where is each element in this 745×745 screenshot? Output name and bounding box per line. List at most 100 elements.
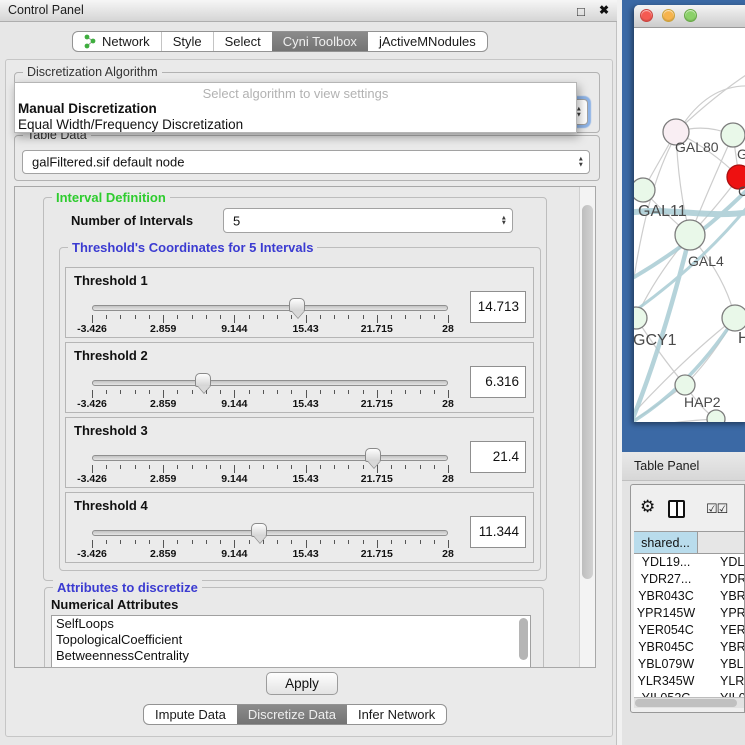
node-label-partial-g: G	[737, 146, 745, 162]
tab-style[interactable]: Style	[161, 32, 213, 51]
node-h[interactable]	[722, 305, 745, 331]
tab-network[interactable]: Network	[73, 32, 161, 51]
network-window-titlebar	[634, 5, 745, 28]
threshold-3-value-field[interactable]: 21.4	[470, 441, 526, 473]
gear-icon[interactable]: ⚙	[640, 498, 655, 515]
threshold-4-panel: Threshold 4 -3.4262.8599.14415.4321.7152…	[65, 492, 534, 563]
close-icon[interactable]: ✖	[599, 3, 609, 17]
slider-ticks	[92, 540, 448, 548]
tab-infer-network[interactable]: Infer Network	[347, 705, 446, 724]
list-item-selfloops[interactable]: SelfLoops	[52, 616, 530, 632]
node-label-partial-h: H	[738, 330, 745, 347]
list-item-betweennesscentrality[interactable]: BetweennessCentrality	[52, 648, 530, 664]
table-body: YDL19...YDL1 YDR27...YDR2 YBR043CYBR0 YP…	[634, 554, 745, 707]
node-label-gal4: GAL4	[688, 253, 724, 269]
control-panel-titlebar: Control Panel □ ✖	[0, 0, 617, 22]
node-bottom[interactable]	[707, 410, 725, 422]
combo-stepper-icon: ▲▼	[578, 157, 584, 168]
number-of-intervals-label: Number of Intervals	[71, 213, 193, 228]
node-label-gcy1: GCY1	[634, 332, 677, 349]
slider-tick-labels: -3.4262.8599.14415.4321.71528	[92, 473, 448, 485]
node-label-partial-c: C	[738, 183, 745, 199]
table-horizontal-scrollbar[interactable]	[634, 697, 744, 708]
table-row[interactable]: YBR043CYBR0	[634, 588, 745, 605]
list-item-topologicalcoefficient[interactable]: TopologicalCoefficient	[52, 632, 530, 648]
table-data-combobox[interactable]: galFiltered.sif default node ▲▼	[22, 150, 590, 174]
mac-zoom-icon[interactable]	[684, 9, 697, 22]
node-label-gal11: GAL11	[638, 203, 687, 220]
network-canvas[interactable]: GAL80 G C GAL11 GAL4 GCY1 H HAP2	[634, 28, 745, 422]
network-graph: GAL80 G C GAL11 GAL4 GCY1 H HAP2	[634, 28, 745, 422]
dropdown-option-manual-discretization[interactable]: Manual Discretization	[18, 101, 157, 116]
node-partial-g[interactable]	[721, 123, 745, 147]
table-row[interactable]: YBR045CYBR0	[634, 639, 745, 656]
tab-network-label: Network	[102, 34, 150, 49]
tab-impute-data[interactable]: Impute Data	[144, 705, 237, 724]
node-hap2[interactable]	[675, 375, 695, 395]
algorithm-dropdown-popup: Select algorithm to view settings Manual…	[14, 82, 577, 133]
slider-thumb[interactable]	[251, 523, 267, 537]
column-header-name[interactable]: n	[698, 532, 745, 553]
table-row[interactable]: YBL079WYBL0	[634, 656, 745, 673]
slider-ticks	[92, 465, 448, 473]
bottom-tab-bar: Impute Data Discretize Data Infer Networ…	[143, 704, 447, 725]
threshold-3-label: Threshold 3	[74, 423, 148, 438]
number-of-intervals-value: 5	[233, 213, 240, 228]
table-panel-titlebar: Table Panel	[622, 452, 745, 481]
threshold-4-slider[interactable]	[92, 530, 448, 536]
number-of-intervals-combobox[interactable]: 5 ▲▼	[223, 208, 513, 233]
slider-thumb[interactable]	[289, 298, 305, 312]
tab-jactivemnodules[interactable]: jActiveMNodules	[368, 32, 487, 51]
float-window-icon[interactable]: □	[577, 4, 585, 19]
numerical-attributes-list: SelfLoops TopologicalCoefficient Between…	[51, 615, 531, 668]
threshold-2-value-field[interactable]: 6.316	[470, 366, 526, 398]
mac-minimize-icon[interactable]	[662, 9, 675, 22]
combo-stepper-icon: ▲▼	[501, 215, 507, 226]
threshold-2-slider[interactable]	[92, 380, 448, 386]
slider-thumb[interactable]	[365, 448, 381, 462]
threshold-2-label: Threshold 2	[74, 348, 148, 363]
slider-tick-labels: -3.4262.8599.14415.4321.71528	[92, 398, 448, 410]
tab-cyni-toolbox[interactable]: Cyni Toolbox	[272, 32, 368, 51]
network-view-window: GAL80 G C GAL11 GAL4 GCY1 H HAP2	[634, 5, 745, 422]
slider-ticks	[92, 315, 448, 323]
network-tab-icon	[84, 34, 97, 49]
thresholds-group-title: Threshold's Coordinates for 5 Intervals	[68, 240, 317, 255]
node-gal11[interactable]	[634, 178, 655, 202]
attributes-group-title: Attributes to discretize	[53, 580, 202, 595]
numerical-attributes-label: Numerical Attributes	[51, 597, 178, 612]
node-gal4[interactable]	[675, 220, 705, 250]
mac-close-icon[interactable]	[640, 9, 653, 22]
tab-discretize-data[interactable]: Discretize Data	[237, 705, 347, 724]
scrollbar-thumb[interactable]	[635, 699, 737, 707]
threshold-4-value-field[interactable]: 11.344	[470, 516, 526, 548]
window-title: Control Panel	[8, 3, 84, 17]
slider-thumb[interactable]	[195, 373, 211, 387]
column-layout-icon[interactable]	[668, 500, 685, 518]
node-label-hap2: HAP2	[684, 394, 721, 410]
table-row[interactable]: YDR27...YDR2	[634, 571, 745, 588]
threshold-1-value-field[interactable]: 14.713	[470, 291, 526, 323]
threshold-1-slider[interactable]	[92, 305, 448, 311]
table-row[interactable]: YER054CYER0	[634, 622, 745, 639]
dropdown-option-equal-width[interactable]: Equal Width/Frequency Discretization	[18, 117, 243, 132]
select-columns-checkboxes-icon[interactable]: ☑☑	[706, 501, 727, 517]
threshold-1-label: Threshold 1	[74, 273, 148, 288]
table-row[interactable]: YDL19...YDL1	[634, 554, 745, 571]
attributes-list-scrollbar[interactable]	[518, 618, 529, 668]
node-label-gal80: GAL80	[675, 139, 719, 155]
table-row[interactable]: YPR145WYPR1	[634, 605, 745, 622]
threshold-3-slider[interactable]	[92, 455, 448, 461]
tab-select[interactable]: Select	[213, 32, 272, 51]
table-panel-window: ⚙ ☑☑ shared... n YDL19...YDL1 YDR27...YD…	[630, 484, 745, 713]
settings-scrollpane: Interval Definition Number of Intervals …	[14, 186, 596, 668]
table-row[interactable]: YLR345WYLR3	[634, 673, 745, 690]
settings-vertical-scrollbar[interactable]	[579, 187, 595, 667]
table-data-combobox-value: galFiltered.sif default node	[32, 155, 184, 170]
column-header-shared-name[interactable]: shared...	[634, 532, 698, 553]
node-gcy1[interactable]	[634, 307, 647, 329]
dropdown-placeholder: Select algorithm to view settings	[15, 86, 576, 101]
apply-button[interactable]: Apply	[266, 672, 338, 695]
scrollbar-thumb[interactable]	[582, 205, 593, 579]
threshold-4-label: Threshold 4	[74, 498, 148, 513]
